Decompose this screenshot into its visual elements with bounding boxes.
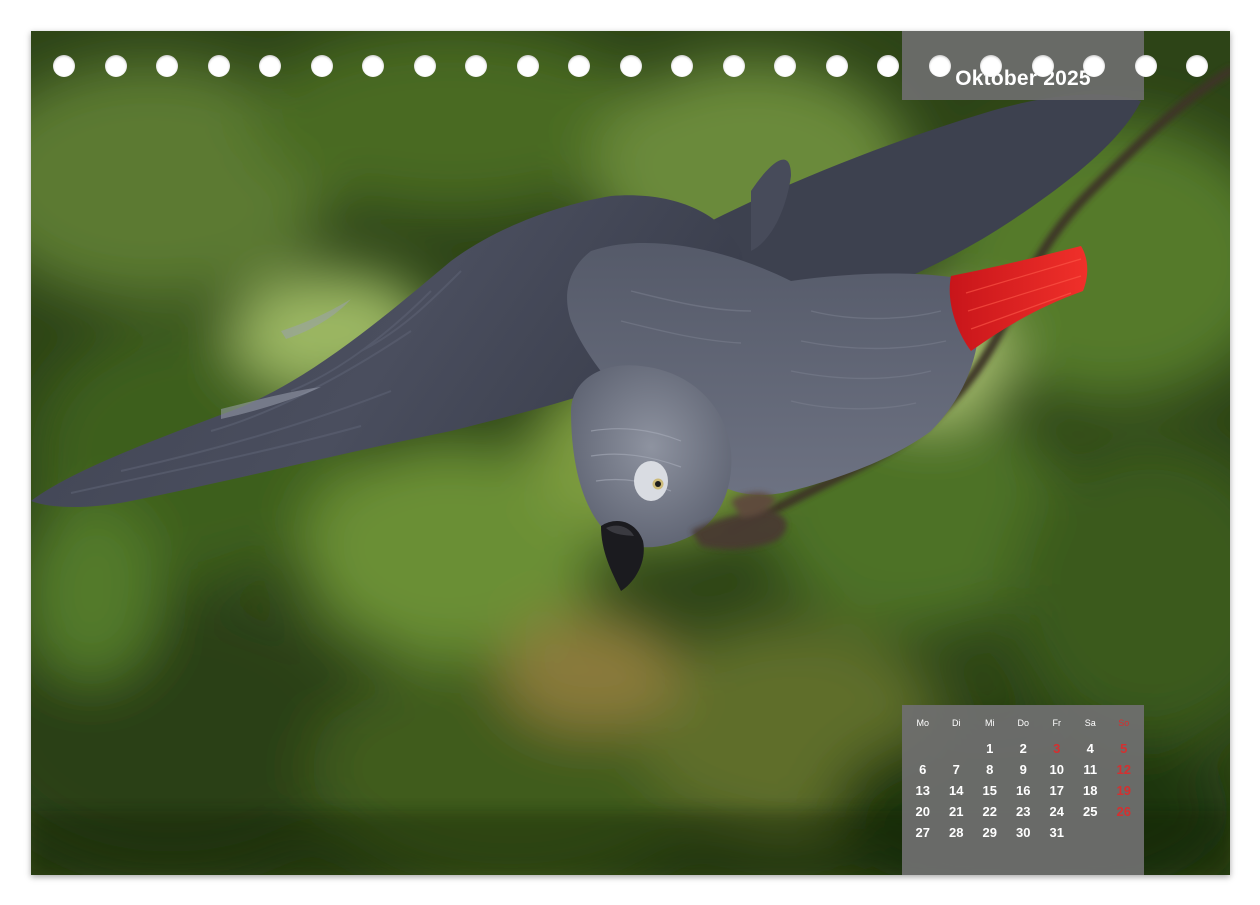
binding-hole (516, 55, 539, 77)
calendar-day: 29 (982, 825, 997, 840)
calendar-day: 5 (1120, 741, 1128, 756)
binding-hole (1031, 55, 1054, 77)
calendar-day: 22 (982, 804, 997, 819)
calendar-day: 31 (1049, 825, 1064, 840)
weekday-header: So (1118, 718, 1130, 728)
binding-hole (310, 55, 333, 77)
binding-hole (1186, 55, 1208, 77)
binding-hole (207, 55, 230, 77)
binding-hole (259, 55, 281, 77)
calendar-day: 3 (1053, 741, 1061, 756)
calendar-page: Oktober 2025 Mo Di Mi Do Fr Sa So 1 2 3 4 5 6 7 8 9 10 11… (31, 31, 1230, 875)
binding-hole (1134, 55, 1157, 77)
binding-hole (980, 55, 1002, 77)
calendar-day: 26 (1116, 804, 1131, 819)
calendar-day: 13 (915, 783, 930, 798)
calendar-day: 23 (1016, 804, 1031, 819)
binding-hole (671, 55, 693, 77)
binding-hole (362, 55, 384, 77)
binding-hole (156, 55, 178, 77)
calendar-day: 17 (1049, 783, 1064, 798)
calendar-day: 27 (915, 825, 930, 840)
binding-hole (877, 55, 899, 77)
calendar-day: 1 (986, 741, 994, 756)
calendar-day: 9 (1019, 762, 1027, 777)
weekday-header: Mo (916, 718, 929, 728)
binding-hole (568, 55, 590, 77)
binding-hole (465, 55, 487, 77)
calendar-day: 25 (1083, 804, 1098, 819)
calendar-day: 10 (1049, 762, 1064, 777)
calendar-day: 18 (1083, 783, 1098, 798)
calendar-empty-cell (940, 738, 974, 759)
month-calendar: Mo Di Mi Do Fr Sa So 1 2 3 4 5 6 7 8 9 10 11 12 13 14 15 16 17 1… (902, 705, 1144, 875)
calendar-day: 14 (949, 783, 964, 798)
binding-hole (774, 55, 796, 77)
calendar-day: 8 (986, 762, 994, 777)
calendar-day: 7 (952, 762, 960, 777)
weekday-header: Di (952, 718, 961, 728)
binding-hole (619, 55, 642, 77)
calendar-empty-cell (1074, 822, 1108, 843)
calendar-grid: Mo Di Mi Do Fr Sa So 1 2 3 4 5 6 7 8 9 10 11 12 13 14 15 16 17 1… (906, 717, 1141, 843)
binding-hole (413, 55, 436, 77)
calendar-day: 11 (1083, 762, 1098, 777)
calendar-day: 19 (1116, 783, 1131, 798)
calendar-empty-cell (1107, 822, 1141, 843)
calendar-day: 20 (915, 804, 930, 819)
binding-hole (928, 55, 951, 77)
binding-hole (53, 55, 75, 77)
binding-hole (722, 55, 745, 77)
weekday-header: Fr (1052, 718, 1062, 728)
weekday-header: Sa (1084, 718, 1096, 728)
calendar-empty-cell (906, 738, 940, 759)
binding-hole (104, 55, 127, 77)
calendar-day: 24 (1049, 804, 1064, 819)
calendar-day: 28 (949, 825, 964, 840)
binding-hole (1083, 55, 1105, 77)
calendar-day: 6 (919, 762, 927, 777)
weekday-header: Mi (985, 718, 995, 728)
calendar-day: 4 (1086, 741, 1094, 756)
weekday-header: Do (1017, 718, 1029, 728)
binding-hole (825, 55, 848, 77)
calendar-day: 12 (1116, 762, 1131, 777)
calendar-day: 15 (982, 783, 997, 798)
calendar-day: 30 (1016, 825, 1031, 840)
binding-holes (31, 31, 1230, 101)
calendar-day: 2 (1019, 741, 1027, 756)
calendar-day: 21 (949, 804, 964, 819)
calendar-day: 16 (1016, 783, 1031, 798)
